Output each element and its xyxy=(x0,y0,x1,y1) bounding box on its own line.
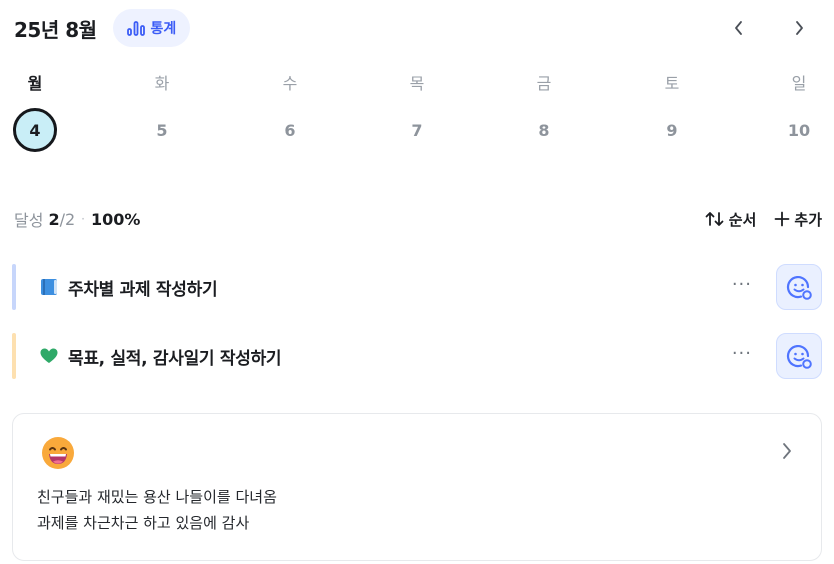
date-number[interactable]: 10 xyxy=(777,108,821,152)
day-of-week-label: 일 xyxy=(791,74,807,93)
reorder-button[interactable]: 순서 xyxy=(705,209,757,230)
sort-arrows-icon xyxy=(705,212,724,226)
task-more-button[interactable]: ··· xyxy=(732,274,752,295)
date-number[interactable]: 6 xyxy=(268,108,312,152)
task-title: 주차별 과제 작성하기 xyxy=(68,279,218,300)
bar-chart-icon xyxy=(126,20,145,36)
date-number[interactable]: 9 xyxy=(650,108,694,152)
selected-date[interactable]: 4 xyxy=(13,108,57,152)
day-friday[interactable]: 금 8 xyxy=(519,72,569,152)
reaction-button[interactable] xyxy=(776,333,822,379)
chevron-right-icon xyxy=(796,21,803,35)
task-more-button[interactable]: ··· xyxy=(732,343,752,364)
journal-line: 친구들과 재밌는 용산 나들이를 다녀옴 xyxy=(37,488,277,506)
task-color-bar xyxy=(12,264,16,310)
day-wednesday[interactable]: 수 6 xyxy=(265,72,315,152)
day-tuesday[interactable]: 화 5 xyxy=(137,72,187,152)
grinning-face-icon xyxy=(41,436,75,470)
stats-button[interactable]: 통계 xyxy=(112,9,191,47)
achievement-summary: 달성 2 /2 · 100% 순서 추가 xyxy=(14,205,822,233)
achievement-total-count: /2 xyxy=(59,209,76,229)
smile-add-reaction-icon xyxy=(786,275,812,300)
day-sunday[interactable]: 일 10 xyxy=(774,72,824,152)
day-of-week-label: 금 xyxy=(536,74,552,93)
calendar-header: 25년 8월 통계 xyxy=(14,8,820,48)
task-item[interactable]: 목표, 실적, 감사일기 작성하기 ··· xyxy=(12,333,822,379)
day-thursday[interactable]: 목 7 xyxy=(392,72,442,152)
green-heart-icon xyxy=(38,345,60,367)
day-of-week-label: 수 xyxy=(282,74,298,93)
day-of-week-label: 화 xyxy=(154,74,170,93)
task-color-bar xyxy=(12,333,16,379)
summary-actions: 순서 추가 xyxy=(705,209,822,230)
blue-book-icon xyxy=(38,276,60,298)
journal-text: 친구들과 재밌는 용산 나들이를 다녀옴 과제를 차근차근 하고 있음에 감사 xyxy=(37,484,277,536)
month-title: 25년 8월 xyxy=(14,17,97,42)
reaction-button[interactable] xyxy=(776,264,822,310)
smile-add-reaction-icon xyxy=(786,344,812,369)
date-number[interactable]: 5 xyxy=(140,108,184,152)
week-strip: 월 4 화 5 수 6 목 7 금 8 토 9 일 10 xyxy=(0,72,834,162)
add-task-button[interactable]: 추가 xyxy=(774,209,822,230)
task-item[interactable]: 주차별 과제 작성하기 ··· xyxy=(12,264,822,310)
task-title: 목표, 실적, 감사일기 작성하기 xyxy=(68,348,282,369)
reorder-label: 순서 xyxy=(728,210,757,229)
previous-week-button[interactable] xyxy=(724,13,754,43)
stats-label: 통계 xyxy=(150,21,177,37)
date-number[interactable]: 7 xyxy=(395,108,439,152)
achievement-label: 달성 xyxy=(14,211,44,230)
next-week-button[interactable] xyxy=(784,13,814,43)
achievement-done-count: 2 xyxy=(48,209,60,229)
day-saturday[interactable]: 토 9 xyxy=(647,72,697,152)
chevron-right-icon[interactable] xyxy=(781,442,793,464)
day-of-week-label: 토 xyxy=(664,74,680,93)
add-label: 추가 xyxy=(794,210,822,229)
achievement-percent: 100% xyxy=(91,209,141,229)
day-monday[interactable]: 월 4 xyxy=(10,72,60,152)
day-of-week-label: 월 xyxy=(27,74,43,93)
separator-dot: · xyxy=(81,212,85,226)
date-number[interactable]: 8 xyxy=(522,108,566,152)
chevron-left-icon xyxy=(735,21,742,35)
gratitude-journal-card[interactable]: 친구들과 재밌는 용산 나들이를 다녀옴 과제를 차근차근 하고 있음에 감사 xyxy=(12,413,822,561)
plus-icon xyxy=(774,211,790,227)
month-navigation xyxy=(724,13,820,43)
day-of-week-label: 목 xyxy=(409,74,425,93)
journal-line: 과제를 차근차근 하고 있음에 감사 xyxy=(37,514,250,532)
